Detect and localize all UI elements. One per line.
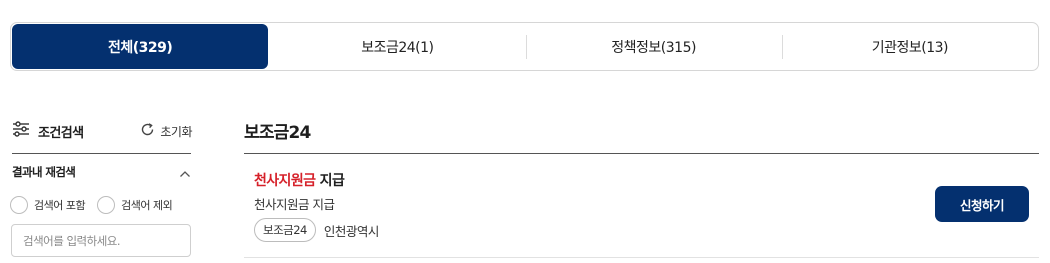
- item-tags: 보조금24 인천광역시: [254, 218, 379, 242]
- reset-label: 초기화: [160, 124, 192, 139]
- filter-title-label: 조건검색: [38, 125, 84, 141]
- item-title-highlight: 천사지원금: [254, 173, 316, 189]
- item-title-rest: 지급: [315, 173, 345, 189]
- filter-divider: [12, 153, 191, 154]
- item-organization: 인천광역시: [323, 223, 380, 239]
- tab-agency-info[interactable]: 기관정보(13): [781, 23, 1038, 70]
- item-title[interactable]: 천사지원금 지급: [254, 170, 345, 190]
- refresh-icon: [140, 122, 155, 140]
- list-item: 천사지원금 지급 천사지원금 지급 보조금24 인천광역시 신청하기: [244, 154, 1039, 258]
- tab-subsidy24[interactable]: 보조금24(1): [269, 23, 525, 70]
- filter-header: 조건검색 초기화: [12, 118, 192, 144]
- research-section-header[interactable]: 결과내 재검색: [12, 162, 191, 182]
- research-input[interactable]: [11, 224, 191, 257]
- results-section-title: 보조금24: [244, 123, 311, 143]
- category-tabs: 전체(329) 보조금24(1) 정책정보(315) 기관정보(13): [10, 22, 1039, 71]
- search-mode-radios: 검색어 포함 검색어 제외: [10, 196, 173, 214]
- radio-exclude-label: 검색어 제외: [121, 199, 173, 212]
- tab-all[interactable]: 전체(329): [12, 24, 269, 69]
- chevron-up-icon[interactable]: [179, 163, 191, 182]
- item-description: 천사지원금 지급: [254, 197, 335, 212]
- radio-include-circle[interactable]: [10, 196, 28, 214]
- tab-policy-info[interactable]: 정책정보(315): [525, 23, 782, 70]
- category-badge: 보조금24: [254, 218, 316, 242]
- filter-title: 조건검색: [12, 121, 84, 141]
- radio-exclude[interactable]: 검색어 제외: [97, 196, 173, 214]
- reset-button[interactable]: 초기화: [140, 122, 192, 140]
- research-section-title: 결과내 재검색: [12, 165, 76, 179]
- radio-exclude-circle[interactable]: [97, 196, 116, 214]
- apply-button[interactable]: 신청하기: [935, 186, 1029, 222]
- sliders-icon: [12, 121, 30, 141]
- radio-include[interactable]: 검색어 포함: [10, 196, 86, 214]
- radio-include-label: 검색어 포함: [34, 199, 86, 212]
